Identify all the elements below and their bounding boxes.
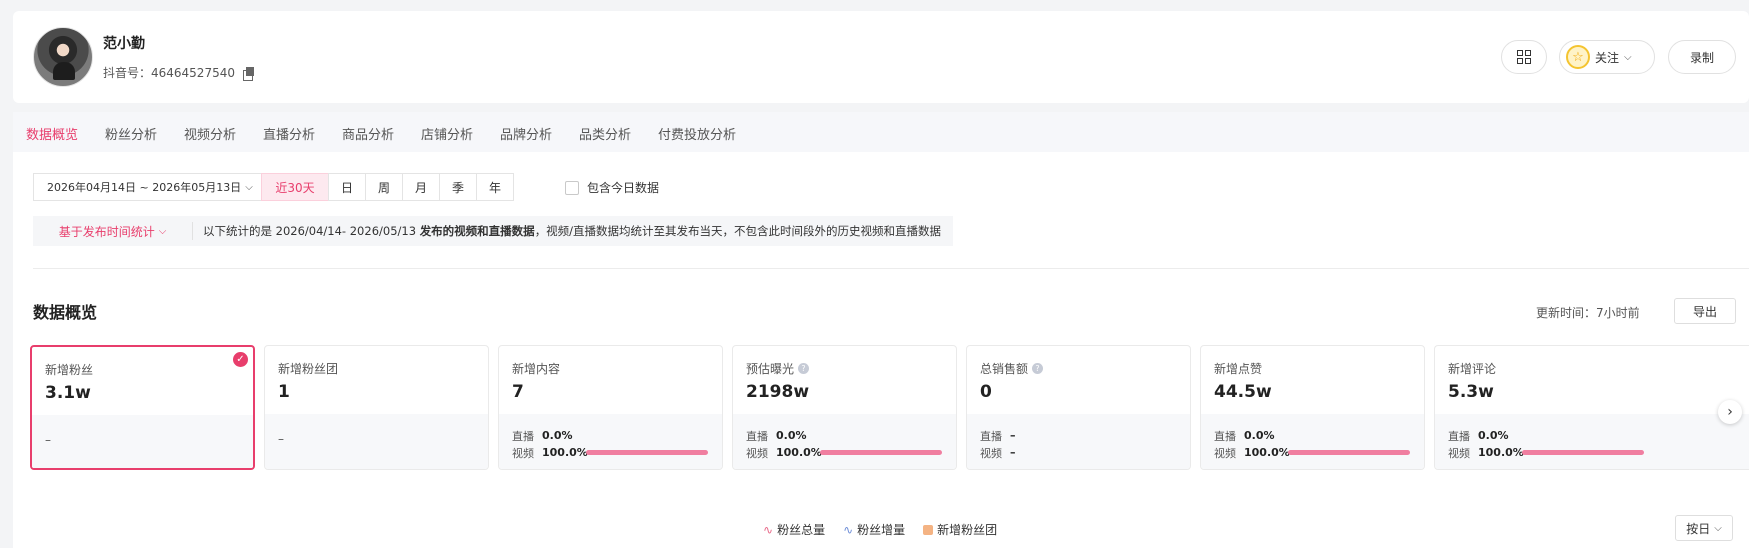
metric-card-total-sales[interactable]: 总销售额? 0 直播 – 视频 –: [966, 345, 1191, 470]
tab-overview[interactable]: 数据概览: [26, 124, 78, 143]
section-title: 数据概览: [33, 303, 98, 322]
period-week[interactable]: 周: [365, 173, 403, 201]
export-button[interactable]: 导出: [1674, 298, 1736, 324]
video-share-bar: [820, 450, 942, 455]
stat-info-bar: 基于发布时间统计 ⌵ 以下统计的是 2026/04/14- 2026/05/13…: [33, 216, 953, 246]
video-share-row: 视频 –: [980, 446, 1016, 460]
check-icon: ✓: [233, 352, 248, 367]
legend-item-fan-group[interactable]: 新增粉丝团: [923, 521, 997, 538]
qr-code-button[interactable]: [1501, 40, 1547, 74]
video-share-row: 视频 100.0%: [746, 444, 956, 461]
metric-card-est-exposure[interactable]: 预估曝光? 2198w 直播 0.0% 视频 100.0%: [732, 345, 957, 470]
tab-fans[interactable]: 粉丝分析: [105, 124, 157, 143]
metric-card-new-fans[interactable]: ✓ 新增粉丝 3.1w –: [30, 345, 255, 470]
video-share-bar: [1288, 450, 1410, 455]
include-today-label: 包含今日数据: [587, 181, 660, 195]
tab-category[interactable]: 品类分析: [579, 124, 631, 143]
divider: [33, 268, 1749, 269]
tab-brand[interactable]: 品牌分析: [500, 124, 552, 143]
metric-card-new-content[interactable]: 新增内容 7 直播 0.0% 视频 100.0%: [498, 345, 723, 470]
stat-info-text: 以下统计的是 2026/04/14- 2026/05/13 发布的视频和直播数据…: [203, 224, 942, 238]
period-day[interactable]: 日: [328, 173, 366, 201]
tab-shop[interactable]: 店铺分析: [421, 124, 473, 143]
video-share-bar: [586, 450, 708, 455]
douyin-id-text: 抖音号：46464527540: [103, 66, 235, 80]
date-range-text: 2026年04月14日 ~ 2026年05月13日: [47, 181, 242, 194]
metric-label: 总销售额?: [980, 360, 1190, 377]
metric-value: 3.1w: [45, 383, 91, 403]
metric-value: 2198w: [746, 382, 810, 402]
metric-label: 预估曝光?: [746, 360, 956, 377]
chevron-down-icon: ⌵: [1714, 522, 1722, 534]
metric-dash: –: [278, 432, 284, 446]
metric-label: 新增粉丝团: [278, 362, 339, 376]
profile-card: 范小勤 抖音号：46464527540 ☆ 关注 ⌵ 录制: [13, 11, 1749, 103]
video-share-row: 视频 100.0%: [1448, 444, 1749, 461]
metric-card-new-likes[interactable]: 新增点赞 44.5w 直播 0.0% 视频 100.0%: [1200, 345, 1425, 470]
live-share-row: 直播 0.0%: [1448, 429, 1509, 443]
analytics-panel: 数据概览 粉丝分析 视频分析 直播分析 商品分析 店铺分析 品牌分析 品类分析 …: [13, 112, 1749, 548]
metric-label: 新增粉丝: [45, 363, 94, 377]
metric-label: 新增内容: [512, 362, 561, 376]
period-year[interactable]: 年: [476, 173, 514, 201]
follow-button[interactable]: ☆ 关注 ⌵: [1559, 40, 1655, 74]
metric-card-new-comments[interactable]: 新增评论 5.3w 直播 0.0% 视频 100.0%: [1434, 345, 1749, 470]
metric-card-new-fan-group[interactable]: 新增粉丝团 1 –: [264, 345, 489, 470]
tab-live[interactable]: 直播分析: [263, 124, 315, 143]
chevron-down-icon: ⌵: [158, 225, 167, 237]
record-button[interactable]: 录制: [1668, 40, 1736, 74]
legend-item-fans-increase[interactable]: ∿ 粉丝增量: [843, 521, 905, 538]
stat-basis-label: 基于发布时间统计: [58, 224, 155, 239]
metric-label: 新增点赞: [1214, 362, 1263, 376]
tab-video[interactable]: 视频分析: [184, 124, 236, 143]
include-today-toggle[interactable]: 包含今日数据: [565, 179, 659, 196]
follow-label: 关注: [1595, 50, 1620, 65]
line-icon: ∿: [843, 522, 854, 537]
metric-value: 5.3w: [1448, 382, 1494, 402]
help-icon[interactable]: ?: [798, 363, 810, 374]
line-icon: ∿: [763, 522, 774, 537]
metric-value: 1: [278, 382, 290, 402]
chevron-down-icon: ⌵: [245, 181, 253, 193]
video-share-row: 视频 100.0%: [512, 444, 722, 461]
stat-basis-dropdown[interactable]: 基于发布时间统计 ⌵: [33, 222, 193, 240]
next-arrow-button[interactable]: ›: [1718, 400, 1742, 424]
square-icon: [923, 524, 934, 535]
video-share-row: 视频 100.0%: [1214, 444, 1424, 461]
metric-value: 0: [980, 382, 992, 402]
live-share-row: 直播 0.0%: [746, 429, 807, 443]
metric-label: 新增评论: [1448, 362, 1497, 376]
chevron-down-icon: ⌵: [1624, 51, 1632, 63]
legend-item-fans-total[interactable]: ∿ 粉丝总量: [763, 521, 825, 538]
tab-paid-ads[interactable]: 付费投放分析: [658, 124, 736, 143]
include-today-checkbox[interactable]: [565, 180, 579, 195]
granularity-label: 按日: [1686, 521, 1711, 536]
metric-dash: –: [45, 433, 51, 447]
star-icon: ☆: [1566, 45, 1590, 69]
avatar[interactable]: [33, 27, 93, 87]
help-icon[interactable]: ?: [1032, 363, 1044, 374]
chevron-right-icon: ›: [1727, 404, 1733, 420]
metric-value: 7: [512, 382, 524, 402]
username: 范小勤: [103, 36, 145, 52]
chart-legend: ∿ 粉丝总量 ∿ 粉丝增量 新增粉丝团: [763, 521, 997, 538]
qr-code-icon: [1517, 50, 1531, 64]
date-range-picker[interactable]: 2026年04月14日 ~ 2026年05月13日 ⌵: [33, 173, 261, 201]
granularity-select[interactable]: 按日 ⌵: [1675, 515, 1733, 541]
tab-product[interactable]: 商品分析: [342, 124, 394, 143]
metric-value: 44.5w: [1214, 382, 1272, 402]
live-share-row: 直播 0.0%: [1214, 429, 1275, 443]
period-month[interactable]: 月: [402, 173, 440, 201]
live-share-row: 直播 0.0%: [512, 429, 573, 443]
video-share-bar: [1522, 450, 1644, 455]
period-last-30-days[interactable]: 近30天: [261, 173, 329, 201]
period-quarter[interactable]: 季: [439, 173, 477, 201]
douyin-id: 抖音号：46464527540: [103, 64, 254, 81]
copy-icon[interactable]: [242, 66, 254, 81]
update-time: 更新时间：7小时前: [1536, 306, 1640, 320]
live-share-row: 直播 –: [980, 429, 1016, 443]
analysis-tabs: 数据概览 粉丝分析 视频分析 直播分析 商品分析 店铺分析 品牌分析 品类分析 …: [13, 112, 1749, 152]
